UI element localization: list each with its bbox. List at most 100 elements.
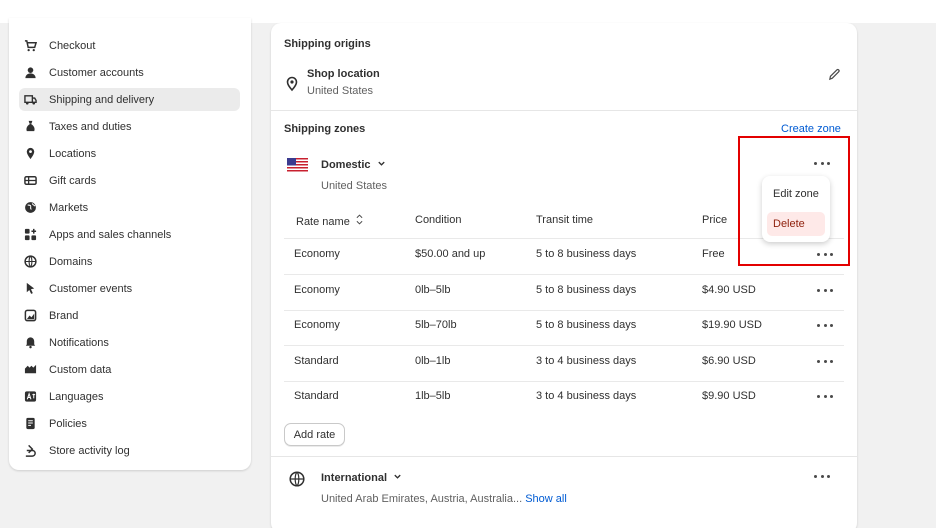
sidebar-item-taxes-and-duties[interactable]: Taxes and duties [19,115,240,138]
sidebar-item-label: Gift cards [49,174,97,187]
row-divider [284,274,844,275]
sidebar-item-notifications[interactable]: Notifications [19,331,240,354]
add-rate-button[interactable]: Add rate [284,423,345,446]
rate-name-sort-header[interactable]: Rate name [296,214,363,228]
shipping-zones-title: Shipping zones [284,123,366,135]
sidebar-item-label: Custom data [49,363,112,376]
international-zone-more-button[interactable] [814,471,830,481]
create-zone-link[interactable]: Create zone [781,123,841,135]
domestic-zone-toggle[interactable]: Domestic [321,159,386,171]
sidebar-item-label: Apps and sales channels [49,228,172,241]
sidebar-item-customer-accounts[interactable]: Customer accounts [19,61,240,84]
highlight-box [738,136,850,266]
row-divider [284,381,844,382]
condition-cell: 1lb–5lb [415,390,451,402]
globe-outline-icon [289,471,305,487]
domain-globe-icon [23,255,37,269]
sidebar-item-label: Notifications [49,336,109,349]
language-icon [23,390,37,404]
condition-cell: 5lb–70lb [415,319,457,331]
sidebar-item-label: Markets [49,201,89,214]
price-cell: $9.90 USD [702,390,756,402]
rate-more-button[interactable] [817,320,833,330]
show-all-link[interactable]: Show all [525,493,567,505]
sidebar-item-label: Locations [49,147,97,160]
transit-cell: 5 to 8 business days [536,319,637,331]
settings-sidebar: Checkout Customer accounts Shipping and … [9,18,251,470]
location-pin-outline-icon [285,76,299,92]
sidebar-item-markets[interactable]: Markets [19,196,240,219]
chevron-down-icon [393,472,402,484]
transit-cell: 3 to 4 business days [536,355,637,367]
rate-more-button[interactable] [817,285,833,295]
rate-name-cell: Standard [294,355,339,367]
bell-icon [23,336,37,350]
sidebar-item-custom-data[interactable]: Custom data [19,358,240,381]
condition-cell: 0lb–1lb [415,355,451,367]
domestic-zone-country: United States [321,180,388,192]
international-zone-name: International [321,472,388,484]
policy-icon [23,417,37,431]
sidebar-item-customer-events[interactable]: Customer events [19,277,240,300]
section-divider [271,110,857,111]
activity-log-icon [23,444,37,458]
sidebar-item-gift-cards[interactable]: Gift cards [19,169,240,192]
rate-name-cell: Economy [294,319,340,331]
edit-pencil-icon[interactable] [828,68,842,82]
truck-icon [23,93,37,107]
sidebar-item-store-activity-log[interactable]: Store activity log [19,439,240,462]
chevron-down-icon [377,159,386,171]
shop-location-name: Shop location [307,68,380,80]
sidebar-item-languages[interactable]: Languages [19,385,240,408]
transit-cell: 5 to 8 business days [536,248,637,260]
sidebar-item-label: Brand [49,309,79,322]
sidebar-item-label: Checkout [49,39,96,52]
international-zone-countries: United Arab Emirates, Austria, Australia… [321,493,523,505]
international-zone-countries-line: United Arab Emirates, Austria, Australia… [321,493,567,505]
price-cell: $19.90 USD [702,319,762,331]
sidebar-item-checkout[interactable]: Checkout [19,34,240,57]
brand-icon [23,309,37,323]
sidebar-item-locations[interactable]: Locations [19,142,240,165]
sidebar-item-label: Policies [49,417,87,430]
domestic-zone-name: Domestic [321,159,371,171]
transit-cell: 3 to 4 business days [536,390,637,402]
price-cell: Free [702,248,725,260]
sidebar-item-label: Languages [49,390,104,403]
condition-header: Condition [415,214,462,226]
sort-icon [356,214,363,228]
us-flag-icon [287,158,308,173]
row-divider [284,345,844,346]
rate-name-cell: Standard [294,390,339,402]
sidebar-item-label: Domains [49,255,93,268]
sidebar-item-domains[interactable]: Domains [19,250,240,273]
international-zone-toggle[interactable]: International [321,472,402,484]
section-divider [271,456,857,457]
globe-icon [23,201,37,215]
sidebar-item-label: Taxes and duties [49,120,132,133]
shop-location-country: United States [307,85,374,97]
rate-name-cell: Economy [294,284,340,296]
custom-data-icon [23,363,37,377]
person-icon [23,66,37,80]
sidebar-item-brand[interactable]: Brand [19,304,240,327]
price-header: Price [702,214,728,226]
price-cell: $6.90 USD [702,355,756,367]
sidebar-item-label: Shipping and delivery [49,93,155,106]
location-pin-icon [23,147,37,161]
transit-time-header: Transit time [536,214,594,226]
rate-more-button[interactable] [817,356,833,366]
condition-cell: 0lb–5lb [415,284,451,296]
gift-card-icon [23,174,37,188]
transit-cell: 5 to 8 business days [536,284,637,296]
rate-more-button[interactable] [817,391,833,401]
sidebar-item-policies[interactable]: Policies [19,412,240,435]
apps-icon [23,228,37,242]
sidebar-item-shipping-and-delivery[interactable]: Shipping and delivery [19,88,240,111]
sidebar-item-apps-and-sales-channels[interactable]: Apps and sales channels [19,223,240,246]
price-cell: $4.90 USD [702,284,756,296]
shipping-card: Shipping origins Shop location United St… [271,23,857,528]
sidebar-item-label: Customer accounts [49,66,144,79]
shipping-origins-title: Shipping origins [284,38,371,50]
sidebar-item-label: Store activity log [49,444,130,457]
